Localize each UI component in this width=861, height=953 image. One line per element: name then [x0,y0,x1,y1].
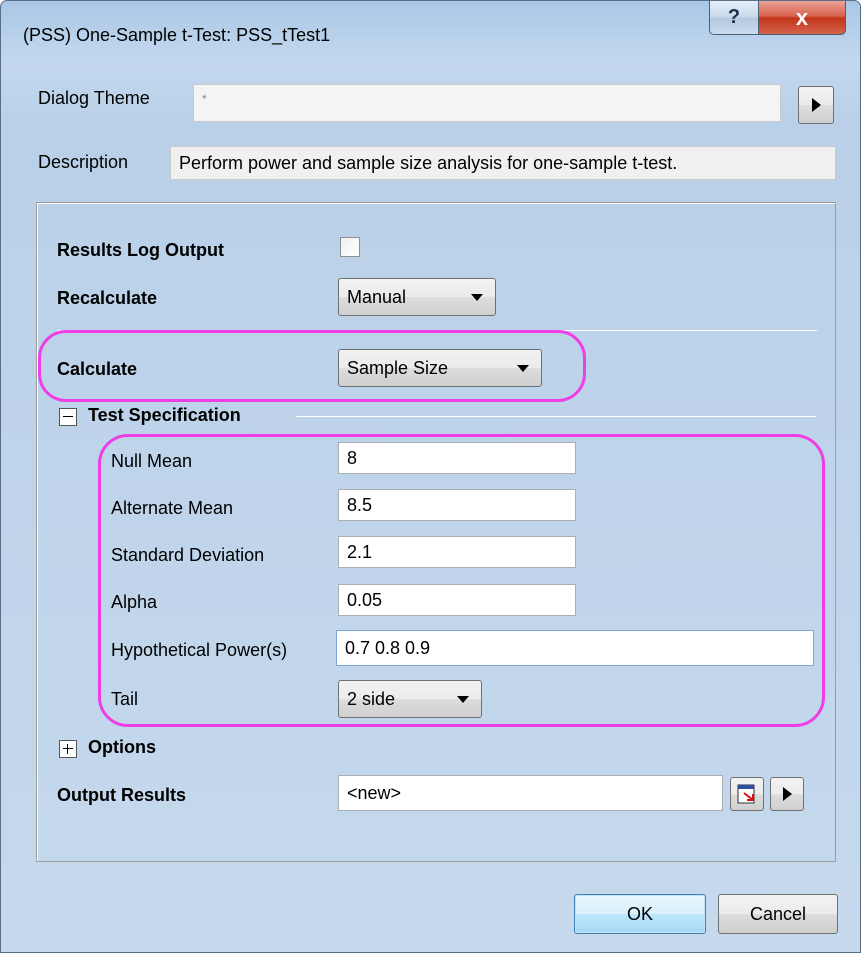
chevron-down-icon [517,365,529,372]
help-icon: ? [727,6,741,28]
calculate-value: Sample Size [347,357,449,378]
output-results-value: <new> [347,782,402,803]
calculate-dropdown[interactable]: Sample Size [338,349,542,387]
null-mean-label: Null Mean [111,451,193,471]
output-menu-button[interactable] [770,777,804,811]
collapse-icon[interactable] [59,408,77,426]
output-results-input[interactable]: <new> [338,775,723,811]
recalculate-label: Recalculate [57,288,158,308]
help-button[interactable]: ? [709,1,759,35]
select-range-icon [737,784,755,804]
alpha-label: Alpha [111,592,158,612]
description-field: Perform power and sample size analysis f… [170,146,836,180]
window-title: (PSS) One-Sample t-Test: PSS_tTest1 [23,25,331,45]
null-mean-input[interactable]: 8 [338,442,576,474]
std-dev-input[interactable]: 2.1 [338,536,576,568]
power-label: Hypothetical Power(s) [111,640,288,660]
description-label: Description [38,152,129,172]
tail-value: 2 side [347,688,396,709]
dialog-theme-label: Dialog Theme [38,88,150,108]
alpha-input[interactable]: 0.05 [338,584,576,616]
chevron-down-icon [471,294,483,301]
chevron-down-icon [457,696,469,703]
alpha-value: 0.05 [347,589,383,610]
triangle-right-icon [811,98,821,112]
std-dev-value: 2.1 [347,541,373,562]
select-range-button[interactable] [730,777,764,811]
alternate-mean-input[interactable]: 8.5 [338,489,576,521]
ok-button[interactable]: OK [574,894,706,934]
separator [296,416,816,417]
cancel-button[interactable]: Cancel [718,894,838,934]
recalculate-value: Manual [347,286,407,307]
results-log-checkbox[interactable] [340,237,360,257]
recalculate-dropdown[interactable]: Manual [338,278,496,316]
power-value: 0.7 0.8 0.9 [345,637,431,658]
tail-dropdown[interactable]: 2 side [338,680,482,718]
std-dev-label: Standard Deviation [111,545,265,565]
triangle-right-icon [782,787,792,801]
alternate-mean-label: Alternate Mean [111,498,234,518]
tail-label: Tail [111,689,139,709]
alternate-mean-value: 8.5 [347,494,373,515]
test-spec-header: Test Specification [88,405,241,425]
close-icon: x [795,4,809,30]
output-results-label: Output Results [57,785,186,805]
theme-menu-button[interactable] [798,86,834,124]
power-input[interactable]: 0.7 0.8 0.9 [336,630,814,666]
dialog-theme-value: * [202,92,207,106]
dialog-theme-field[interactable]: * [193,84,781,122]
options-header: Options [88,737,156,757]
close-button[interactable]: x [758,1,846,35]
null-mean-value: 8 [347,447,358,468]
calculate-label: Calculate [57,359,138,379]
results-log-label: Results Log Output [57,240,224,260]
expand-icon[interactable] [59,740,77,758]
separator [57,330,817,331]
description-text: Perform power and sample size analysis f… [179,152,678,173]
